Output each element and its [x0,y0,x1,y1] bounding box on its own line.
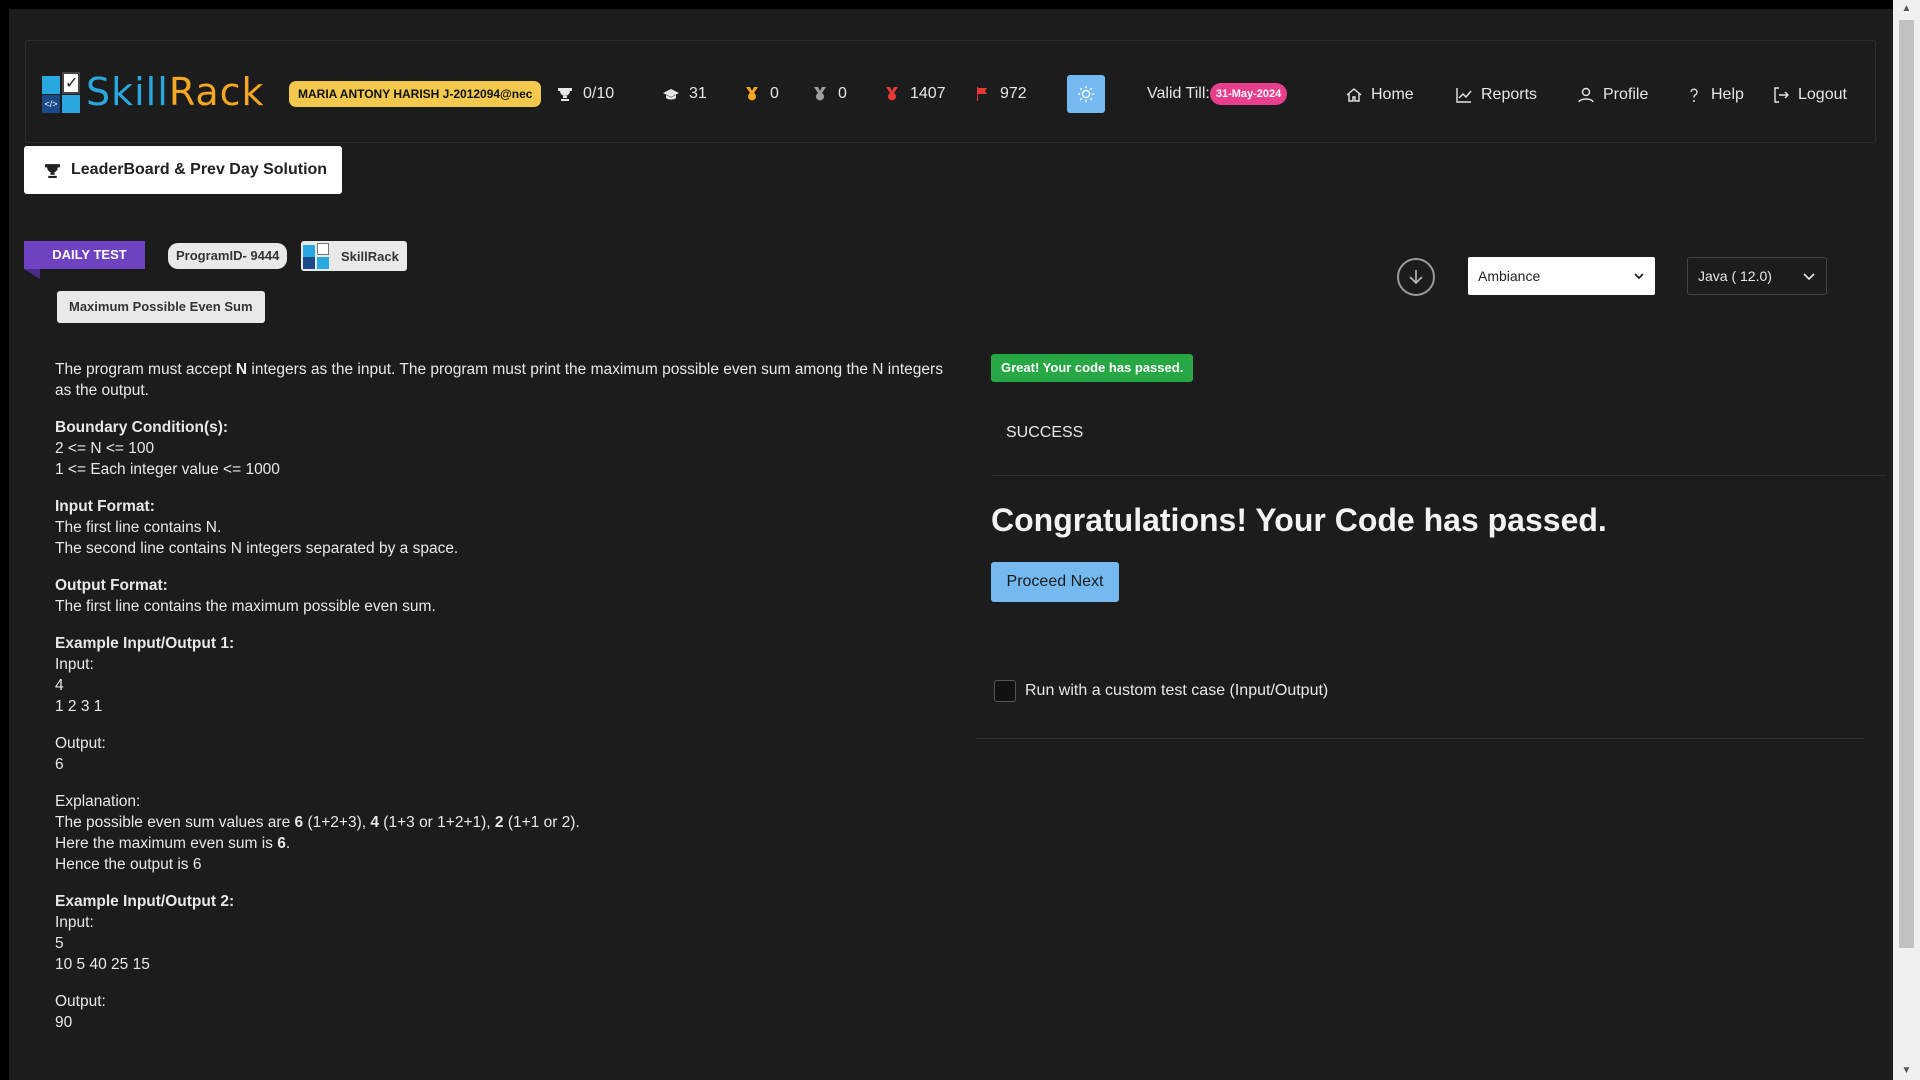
nav-home[interactable]: Home [1345,83,1414,107]
stat-flag-value: 972 [1000,85,1027,102]
nav-reports-label: Reports [1481,86,1538,103]
problem-title: Maximum Possible Even Sum [57,291,265,323]
red-medal-icon [886,87,898,101]
stat-gold-value: 0 [770,85,779,102]
ribbon-tail [24,269,40,279]
nav-reports[interactable]: Reports [1455,83,1537,107]
chevron-down-icon [1803,273,1815,281]
input-format-section: Input Format: The first line contains N.… [55,498,459,557]
example-1-input: Example Input/Output 1: Input: 4 1 2 3 1 [55,635,235,715]
source-pill: SkillRack [301,241,407,271]
user-badge: MARIA ANTONY HARISH J-2012094@nec [289,81,542,107]
stat-trophy-value: 0/10 [583,85,615,102]
sun-icon [1077,85,1095,103]
boundary-section: Boundary Condition(s): 2 <= N <= 100 1 <… [55,419,280,478]
scrollbar-thumb[interactable] [1899,20,1914,948]
daily-test-tag: DAILY TEST [24,241,145,269]
valid-label: Valid Till: [1147,85,1210,102]
user-icon [1578,87,1594,103]
nav-profile[interactable]: Profile [1577,83,1648,107]
example-1-output: Output: 6 [55,735,106,773]
download-button[interactable] [1397,258,1435,296]
example-1-explanation: Explanation: The possible even sum value… [55,793,580,873]
proceed-next-button[interactable]: Proceed Next [991,562,1119,602]
stat-silver-value: 0 [838,85,847,102]
stat-gold: 0 [744,83,779,105]
divider [975,738,1865,739]
result-status: SUCCESS [1006,424,1084,441]
logout-icon [1774,87,1789,103]
stat-red: 1407 [884,83,946,105]
program-id-pill: ProgramID- 9444 [168,243,288,269]
nav-home-label: Home [1371,86,1414,103]
language-value: Java ( 12.0) [1698,268,1772,284]
nav-help-label: Help [1711,86,1744,103]
chart-line-icon [1456,88,1472,103]
page-scrollbar[interactable]: ▲ ▼ [1893,0,1920,1080]
arrow-down-icon [1409,270,1423,285]
divider [991,475,1886,476]
gold-medal-icon [746,87,758,101]
stat-courses: 31 [663,83,707,105]
scroll-down-icon[interactable]: ▼ [1893,1062,1920,1080]
leaderboard-label: LeaderBoard & Prev Day Solution [71,161,328,178]
nav-profile-label: Profile [1603,86,1649,103]
stat-flag: 972 [974,83,1027,105]
silver-medal-icon [814,87,826,101]
editor-theme-select[interactable]: Ambiance [1468,257,1655,295]
validity-info: Valid Till: 31-May-2024 [1147,82,1288,106]
source-label: SkillRack [341,248,399,264]
statement-paragraph: The program must accept N integers as th… [55,361,943,399]
logo-mark-icon: ✓ </> [42,72,80,113]
stat-trophy: 0/10 [557,83,614,105]
pass-badge: Great! Your code has passed. [991,354,1194,382]
flag-icon [977,87,987,101]
chevron-down-icon [1634,273,1644,280]
stat-courses-value: 31 [689,85,707,102]
theme-toggle-button[interactable] [1067,75,1105,113]
congrats-message: Congratulations! Your Code has passed. [991,502,1607,538]
page-viewport: ✓ </> SkillRack MARIA ANTONY HARISH J-20… [9,9,1893,1080]
example-2-input: Example Input/Output 2: Input: 5 10 5 40… [55,893,235,973]
trophy-icon [45,163,60,178]
custom-test-row[interactable]: Run with a custom test case (Input/Outpu… [994,680,1328,702]
language-select[interactable]: Java ( 12.0) [1687,257,1827,295]
skillrack-mini-icon [303,243,331,269]
stat-red-value: 1407 [910,85,946,102]
custom-test-label: Run with a custom test case (Input/Outpu… [1025,682,1329,699]
home-icon [1346,88,1362,102]
trophy-icon [558,88,572,101]
nav-logout[interactable]: Logout [1772,83,1847,107]
example-2-output: Output: 90 [55,993,106,1031]
graduation-cap-icon [663,89,679,100]
leaderboard-button[interactable]: LeaderBoard & Prev Day Solution [24,146,342,194]
nav-help[interactable]: Help [1685,83,1744,107]
output-format-section: Output Format: The first line contains t… [55,577,436,615]
logo-wordmark: SkillRack [86,70,265,114]
top-header: ✓ </> SkillRack MARIA ANTONY HARISH J-20… [25,40,1876,143]
editor-theme-value: Ambiance [1478,268,1541,284]
custom-test-checkbox[interactable] [994,680,1016,702]
nav-logout-label: Logout [1798,86,1847,103]
problem-statement: The program must accept N integers as th… [55,359,955,1049]
question-icon [1690,88,1698,102]
valid-date-badge: 31-May-2024 [1209,83,1288,105]
stat-silver: 0 [812,83,847,105]
scroll-up-icon[interactable]: ▲ [1893,0,1920,18]
skillrack-logo[interactable]: ✓ </> SkillRack [42,70,265,114]
